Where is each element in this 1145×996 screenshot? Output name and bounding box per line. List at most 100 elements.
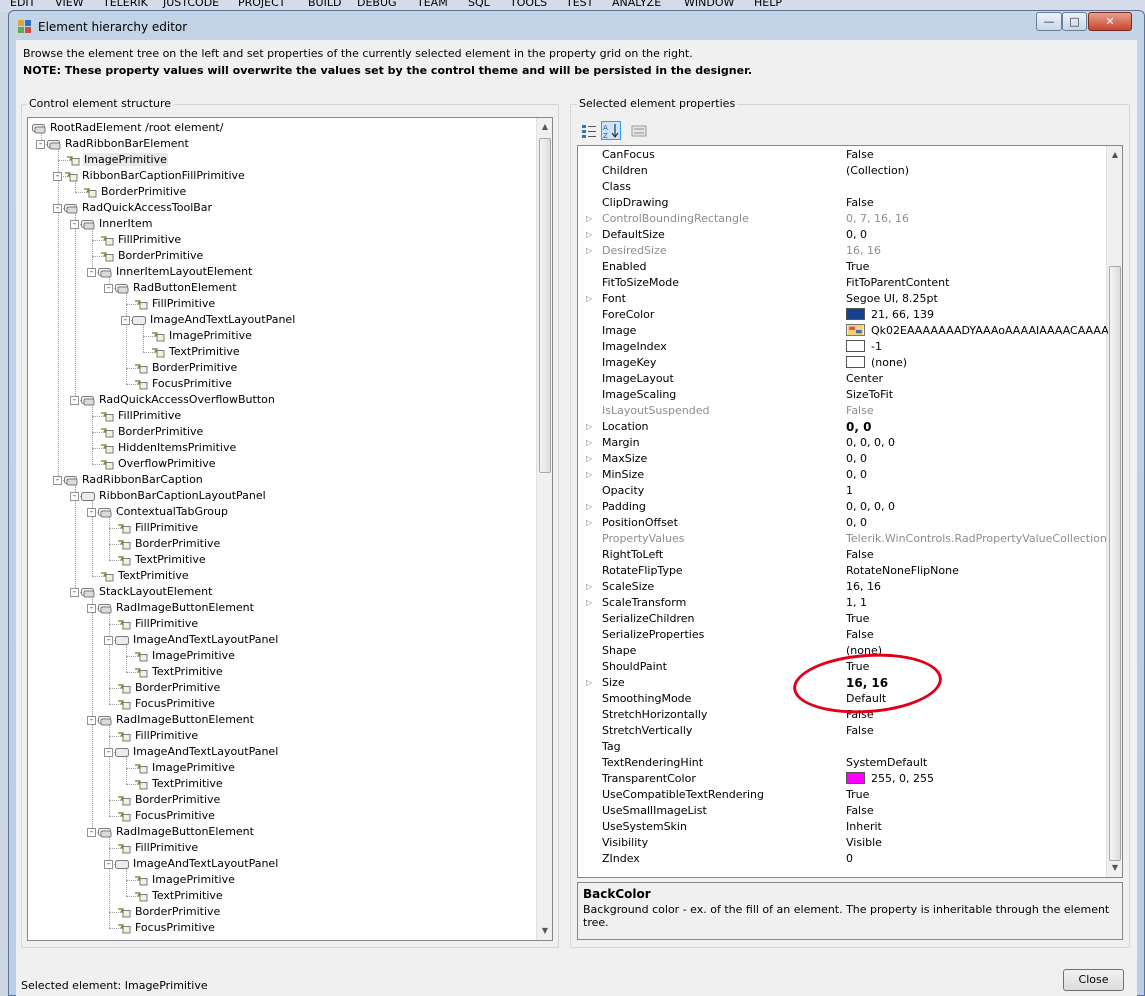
property-value[interactable]: False bbox=[846, 403, 1108, 419]
property-row[interactable]: ▷ Padding 0, 0, 0, 0 bbox=[578, 499, 1106, 515]
property-grid-scrollbar[interactable]: ▲ ▼ bbox=[1106, 146, 1122, 877]
property-value[interactable]: Telerik.WinControls.RadPropertyValueColl… bbox=[846, 531, 1108, 547]
tree-node[interactable]: BorderPrimitive bbox=[117, 680, 221, 696]
tree-node[interactable]: - RadImageButtonElement bbox=[87, 824, 255, 840]
collapse-toggle-icon[interactable]: - bbox=[70, 219, 79, 229]
expand-arrow-icon[interactable]: ▷ bbox=[586, 451, 592, 467]
property-value[interactable]: (Collection) bbox=[846, 163, 1108, 179]
property-value[interactable]: 0, 0 bbox=[846, 419, 1108, 435]
tree-node[interactable]: TextPrimitive bbox=[100, 568, 190, 584]
property-value[interactable]: 255, 0, 255 bbox=[846, 771, 1108, 787]
property-row[interactable]: ▷ MinSize 0, 0 bbox=[578, 467, 1106, 483]
tree-node[interactable]: TextPrimitive bbox=[117, 552, 207, 568]
tree-node[interactable]: BorderPrimitive bbox=[83, 184, 187, 200]
property-row[interactable]: Class bbox=[578, 179, 1106, 195]
tree-node[interactable]: - RadQuickAccessOverflowButton bbox=[70, 392, 276, 408]
property-value[interactable]: False bbox=[846, 547, 1108, 563]
property-row[interactable]: ImageLayout Center bbox=[578, 371, 1106, 387]
property-value[interactable]: 0, 0 bbox=[846, 227, 1108, 243]
tree-node[interactable]: - RadRibbonBarCaption bbox=[53, 472, 204, 488]
expand-arrow-icon[interactable]: ▷ bbox=[586, 467, 592, 483]
expand-arrow-icon[interactable]: ▷ bbox=[586, 499, 592, 515]
property-value[interactable]: 0, 7, 16, 16 bbox=[846, 211, 1108, 227]
close-button[interactable]: Close bbox=[1063, 969, 1124, 991]
tree-node[interactable]: FillPrimitive bbox=[100, 232, 182, 248]
tree-node[interactable]: - RadQuickAccessToolBar bbox=[53, 200, 213, 216]
tree-node[interactable]: OverflowPrimitive bbox=[100, 456, 217, 472]
property-value[interactable]: Inherit bbox=[846, 819, 1108, 835]
property-value[interactable]: False bbox=[846, 723, 1108, 739]
property-value[interactable]: 0, 0 bbox=[846, 515, 1108, 531]
property-value[interactable]: Qk02EAAAAAAADYAAAoAAAAIAAAACAAAA bbox=[846, 323, 1108, 339]
property-value[interactable]: True bbox=[846, 787, 1108, 803]
expand-arrow-icon[interactable]: ▷ bbox=[586, 227, 592, 243]
collapse-toggle-icon[interactable]: - bbox=[104, 635, 113, 645]
property-value[interactable]: True bbox=[846, 611, 1108, 627]
maximize-button[interactable]: □ bbox=[1062, 12, 1087, 31]
collapse-toggle-icon[interactable]: - bbox=[87, 267, 96, 277]
property-row[interactable]: ▷ Location 0, 0 bbox=[578, 419, 1106, 435]
property-row[interactable]: SerializeChildren True bbox=[578, 611, 1106, 627]
scroll-up-arrow-icon[interactable]: ▲ bbox=[537, 118, 552, 135]
property-value[interactable]: Center bbox=[846, 371, 1108, 387]
tree-node[interactable]: FillPrimitive bbox=[117, 616, 199, 632]
alphabetical-view-button[interactable]: A Z bbox=[601, 121, 621, 140]
property-row[interactable]: Children (Collection) bbox=[578, 163, 1106, 179]
tree-node[interactable]: BorderPrimitive bbox=[117, 792, 221, 808]
tree-node[interactable]: TextPrimitive bbox=[134, 888, 224, 904]
scroll-thumb[interactable] bbox=[539, 138, 551, 473]
collapse-toggle-icon[interactable]: - bbox=[53, 171, 62, 181]
property-value[interactable]: FitToParentContent bbox=[846, 275, 1108, 291]
pg-scroll-up-arrow-icon[interactable]: ▲ bbox=[1107, 146, 1122, 163]
property-row[interactable]: RotateFlipType RotateNoneFlipNone bbox=[578, 563, 1106, 579]
tree-node[interactable]: FillPrimitive bbox=[100, 408, 182, 424]
tree-node[interactable]: FocusPrimitive bbox=[117, 920, 216, 936]
property-row[interactable]: ▷ ScaleSize 16, 16 bbox=[578, 579, 1106, 595]
collapse-toggle-icon[interactable]: - bbox=[104, 747, 113, 757]
property-row[interactable]: FitToSizeMode FitToParentContent bbox=[578, 275, 1106, 291]
property-row[interactable]: TransparentColor 255, 0, 255 bbox=[578, 771, 1106, 787]
property-row[interactable]: ImageScaling SizeToFit bbox=[578, 387, 1106, 403]
property-value[interactable]: 0, 0 bbox=[846, 451, 1108, 467]
tree-node[interactable]: - RibbonBarCaptionFillPrimitive bbox=[53, 168, 246, 184]
property-row[interactable]: SerializeProperties False bbox=[578, 627, 1106, 643]
expand-arrow-icon[interactable]: ▷ bbox=[586, 419, 592, 435]
property-row[interactable]: ClipDrawing False bbox=[578, 195, 1106, 211]
collapse-toggle-icon[interactable]: - bbox=[53, 475, 62, 485]
tree-node[interactable]: BorderPrimitive bbox=[100, 424, 204, 440]
property-row[interactable]: IsLayoutSuspended False bbox=[578, 403, 1106, 419]
collapse-toggle-icon[interactable]: - bbox=[87, 507, 96, 517]
tree-node[interactable]: FocusPrimitive bbox=[134, 376, 233, 392]
tree-node[interactable]: BorderPrimitive bbox=[117, 536, 221, 552]
tree-node[interactable]: FillPrimitive bbox=[134, 296, 216, 312]
property-value[interactable]: False bbox=[846, 147, 1108, 163]
property-row[interactable]: UseSmallImageList False bbox=[578, 803, 1106, 819]
property-value[interactable]: 0, 0, 0, 0 bbox=[846, 435, 1108, 451]
tree-node[interactable]: FocusPrimitive bbox=[117, 808, 216, 824]
tree-node[interactable]: ImagePrimitive bbox=[134, 760, 236, 776]
property-value[interactable]: 1, 1 bbox=[846, 595, 1108, 611]
tree-node[interactable]: - StackLayoutElement bbox=[70, 584, 213, 600]
collapse-toggle-icon[interactable]: - bbox=[87, 603, 96, 613]
property-row[interactable]: Opacity 1 bbox=[578, 483, 1106, 499]
property-row[interactable]: Visibility Visible bbox=[578, 835, 1106, 851]
tree-node[interactable]: - ContextualTabGroup bbox=[87, 504, 229, 520]
tree-node[interactable]: - RadImageButtonElement bbox=[87, 600, 255, 616]
property-row[interactable]: ▷ MaxSize 0, 0 bbox=[578, 451, 1106, 467]
property-row[interactable]: ▷ Font Segoe UI, 8.25pt bbox=[578, 291, 1106, 307]
property-value[interactable]: False bbox=[846, 195, 1108, 211]
tree-node[interactable]: TextPrimitive bbox=[151, 344, 241, 360]
property-grid[interactable]: ▲ ▼ CanFocus False Children (Collection) Cla… bbox=[577, 145, 1123, 878]
collapse-toggle-icon[interactable]: - bbox=[121, 315, 130, 325]
tree-node[interactable]: RootRadElement /root element/ bbox=[32, 120, 224, 136]
tree-node[interactable]: - ImageAndTextLayoutPanel bbox=[104, 856, 279, 872]
property-row[interactable]: TextRenderingHint SystemDefault bbox=[578, 755, 1106, 771]
property-value[interactable]: SystemDefault bbox=[846, 755, 1108, 771]
property-row[interactable]: CanFocus False bbox=[578, 147, 1106, 163]
property-row[interactable]: ▷ DefaultSize 0, 0 bbox=[578, 227, 1106, 243]
tree-node[interactable]: BorderPrimitive bbox=[117, 904, 221, 920]
tree-node[interactable]: - ImageAndTextLayoutPanel bbox=[104, 744, 279, 760]
minimize-button[interactable]: — bbox=[1036, 12, 1062, 31]
property-row[interactable]: Image Qk02EAAAAAAADYAAAoAAAAIAAAACAAAA bbox=[578, 323, 1108, 339]
element-tree[interactable]: ▲ ▼ RootRadElement /root element/- RadRib… bbox=[27, 117, 553, 941]
